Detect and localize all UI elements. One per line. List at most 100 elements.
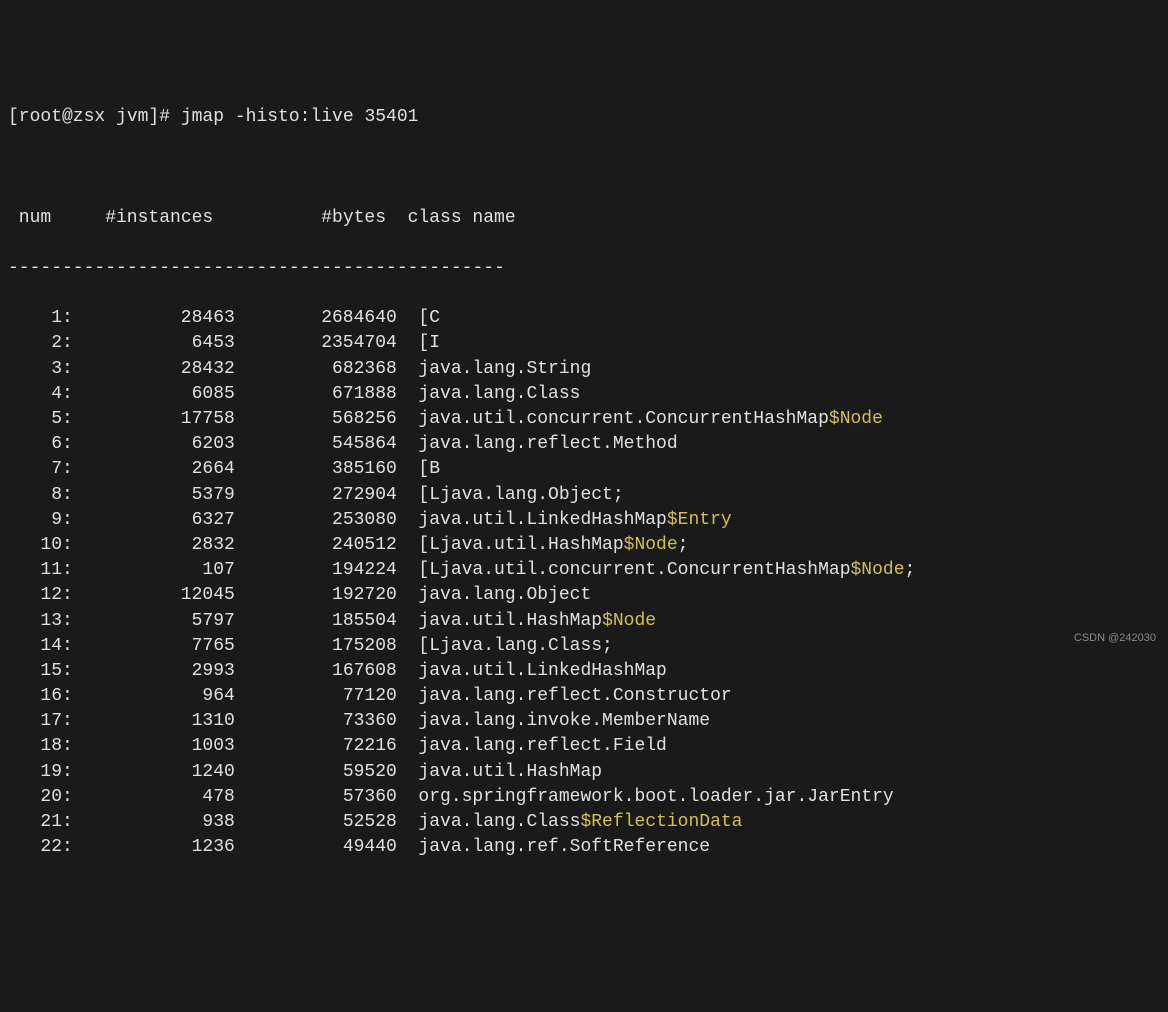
row-instances: 28463 [73, 306, 235, 331]
row-bytes: 385160 [235, 457, 397, 482]
row-num: 16: [8, 684, 73, 709]
row-classname: [I [397, 331, 440, 356]
table-row: 19:124059520java.util.HashMap [8, 760, 1160, 785]
separator-line: ----------------------------------------… [8, 256, 1160, 281]
row-bytes: 192720 [235, 583, 397, 608]
row-bytes: 57360 [235, 785, 397, 810]
row-classname: [Ljava.lang.Object; [397, 483, 624, 508]
table-row: 16:96477120java.lang.reflect.Constructor [8, 684, 1160, 709]
table-body: 1:284632684640[C2:64532354704[I3:2843268… [8, 306, 1160, 860]
row-classname: java.lang.reflect.Constructor [397, 684, 732, 709]
classname-highlight: $Entry [667, 510, 732, 530]
table-row: 14:7765175208[Ljava.lang.Class; [8, 634, 1160, 659]
row-num: 17: [8, 709, 73, 734]
table-row: 1:284632684640[C [8, 306, 1160, 331]
row-classname: java.lang.reflect.Method [397, 432, 678, 457]
row-num: 19: [8, 760, 73, 785]
row-classname: java.lang.String [397, 357, 591, 382]
row-instances: 5797 [73, 609, 235, 634]
classname-highlight: $ReflectionData [580, 812, 742, 832]
row-bytes: 49440 [235, 835, 397, 860]
table-row: 6:6203545864java.lang.reflect.Method [8, 432, 1160, 457]
table-row: 8:5379272904[Ljava.lang.Object; [8, 483, 1160, 508]
row-num: 22: [8, 835, 73, 860]
row-num: 13: [8, 609, 73, 634]
row-bytes: 671888 [235, 382, 397, 407]
row-num: 8: [8, 483, 73, 508]
row-num: 1: [8, 306, 73, 331]
row-num: 18: [8, 734, 73, 759]
table-row: 5:17758568256java.util.concurrent.Concur… [8, 407, 1160, 432]
row-classname: java.lang.Class [397, 382, 581, 407]
row-instances: 6085 [73, 382, 235, 407]
row-bytes: 568256 [235, 407, 397, 432]
row-classname: [B [397, 457, 440, 482]
row-num: 2: [8, 331, 73, 356]
row-instances: 6327 [73, 508, 235, 533]
row-num: 9: [8, 508, 73, 533]
row-num: 6: [8, 432, 73, 457]
header-bytes: #bytes [224, 206, 386, 231]
table-row: 13:5797185504java.util.HashMap$Node [8, 609, 1160, 634]
row-num: 21: [8, 810, 73, 835]
row-bytes: 175208 [235, 634, 397, 659]
row-classname: [C [397, 306, 440, 331]
row-instances: 964 [73, 684, 235, 709]
row-instances: 7765 [73, 634, 235, 659]
table-row: 3:28432682368java.lang.String [8, 357, 1160, 382]
row-instances: 17758 [73, 407, 235, 432]
row-classname: java.util.LinkedHashMap [397, 508, 667, 533]
row-bytes: 272904 [235, 483, 397, 508]
row-instances: 2832 [73, 533, 235, 558]
row-num: 4: [8, 382, 73, 407]
row-instances: 5379 [73, 483, 235, 508]
watermark: CSDN @242030 [1074, 631, 1156, 646]
row-bytes: 185504 [235, 609, 397, 634]
row-classname: java.lang.ref.SoftReference [397, 835, 710, 860]
row-instances: 6203 [73, 432, 235, 457]
command-prompt: [root@zsx jvm]# jmap -histo:live 35401 [8, 105, 1160, 130]
classname-highlight: $Node [624, 535, 678, 555]
row-bytes: 545864 [235, 432, 397, 457]
table-row: 12:12045192720java.lang.Object [8, 583, 1160, 608]
row-instances: 2993 [73, 659, 235, 684]
row-bytes: 194224 [235, 558, 397, 583]
table-header: num#instances#bytesclass name [8, 206, 1160, 231]
row-bytes: 72216 [235, 734, 397, 759]
row-classname: [Ljava.util.concurrent.ConcurrentHashMap [397, 558, 851, 583]
row-num: 11: [8, 558, 73, 583]
table-row: 17:131073360java.lang.invoke.MemberName [8, 709, 1160, 734]
row-classname: [Ljava.lang.Class; [397, 634, 613, 659]
row-instances: 1003 [73, 734, 235, 759]
row-bytes: 77120 [235, 684, 397, 709]
row-bytes: 167608 [235, 659, 397, 684]
table-row: 10:2832240512[Ljava.util.HashMap$Node; [8, 533, 1160, 558]
table-row: 7:2664385160[B [8, 457, 1160, 482]
table-row: 4:6085671888java.lang.Class [8, 382, 1160, 407]
row-bytes: 2354704 [235, 331, 397, 356]
row-num: 14: [8, 634, 73, 659]
row-bytes: 240512 [235, 533, 397, 558]
row-instances: 12045 [73, 583, 235, 608]
row-classname: java.util.concurrent.ConcurrentHashMap [397, 407, 829, 432]
classname-highlight: $Node [602, 611, 656, 631]
row-instances: 938 [73, 810, 235, 835]
table-row: 22:123649440java.lang.ref.SoftReference [8, 835, 1160, 860]
row-num: 15: [8, 659, 73, 684]
table-row: 11:107194224[Ljava.util.concurrent.Concu… [8, 558, 1160, 583]
row-bytes: 682368 [235, 357, 397, 382]
row-classname: java.util.LinkedHashMap [397, 659, 667, 684]
row-classname: java.lang.Class [397, 810, 581, 835]
header-classname: class name [386, 206, 516, 231]
table-row: 18:100372216java.lang.reflect.Field [8, 734, 1160, 759]
row-classname: java.lang.invoke.MemberName [397, 709, 710, 734]
row-classname: java.lang.reflect.Field [397, 734, 667, 759]
row-num: 20: [8, 785, 73, 810]
table-row: 21:93852528java.lang.Class$ReflectionDat… [8, 810, 1160, 835]
classname-highlight: $Node [829, 409, 883, 429]
blank-line [8, 155, 1160, 180]
row-bytes: 52528 [235, 810, 397, 835]
row-instances: 2664 [73, 457, 235, 482]
classname-suffix: ; [678, 535, 689, 555]
row-instances: 28432 [73, 357, 235, 382]
